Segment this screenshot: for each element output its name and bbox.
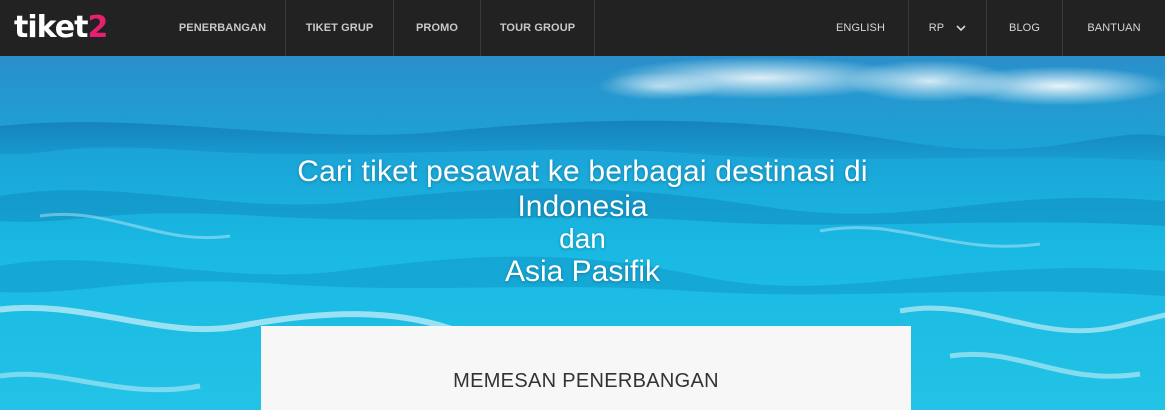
hero-line-1: Cari tiket pesawat ke berbagai destinasi…	[297, 155, 868, 188]
hero-line-asia-pasifik: Asia Pasifik	[504, 255, 661, 288]
secondary-nav: ENGLISH RP BLOG BANTUAN	[813, 0, 1165, 56]
nav-promo[interactable]: PROMO	[394, 0, 481, 56]
booking-title: MEMESAN PENERBANGAN	[453, 370, 719, 392]
logo-text-main: tiket	[14, 10, 88, 45]
hero-line-dan: dan	[559, 223, 606, 254]
primary-nav: PENERBANGAN TIKET GRUP PROMO TOUR GROUP	[160, 0, 595, 56]
booking-card: MEMESAN PENERBANGAN	[261, 326, 911, 410]
tiket2-logo[interactable]: tiket 2	[0, 0, 160, 56]
nav-currency-rp[interactable]: RP	[909, 0, 987, 56]
nav-tour-group[interactable]: TOUR GROUP	[481, 0, 595, 56]
hero-heading: Cari tiket pesawat ke berbagai destinasi…	[0, 154, 1165, 290]
chevron-down-icon	[956, 24, 966, 32]
hero-line-indonesia: Indonesia	[517, 190, 648, 223]
top-navigation-bar: tiket 2 PENERBANGAN TIKET GRUP PROMO TOUR…	[0, 0, 1165, 56]
nav-english[interactable]: ENGLISH	[813, 0, 909, 56]
hero-banner: Cari tiket pesawat ke berbagai destinasi…	[0, 56, 1165, 410]
currency-label: RP	[928, 22, 945, 34]
nav-blog[interactable]: BLOG	[987, 0, 1063, 56]
nav-tiket-grup[interactable]: TIKET GRUP	[286, 0, 394, 56]
nav-penerbangan[interactable]: PENERBANGAN	[160, 0, 286, 56]
logo-text-accent: 2	[87, 10, 108, 45]
nav-bantuan[interactable]: BANTUAN	[1063, 0, 1165, 56]
